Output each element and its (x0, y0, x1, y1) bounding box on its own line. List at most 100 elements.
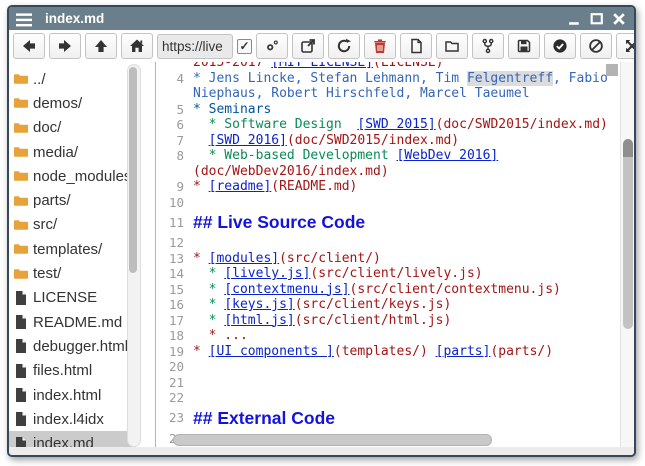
sidebar-item-license[interactable]: LICENSE (9, 286, 129, 310)
expand-icon (624, 38, 636, 54)
code-line: 17 * [html.js](src/client/html.js) (156, 313, 634, 329)
sidebar-item-files-html[interactable]: files.html (9, 359, 129, 383)
delete-button[interactable] (364, 33, 396, 59)
editor-vscrollbar-track[interactable] (620, 62, 634, 447)
settings-button[interactable] (256, 33, 288, 59)
line-content: * [keys.js](src/client/keys.js) (193, 297, 451, 313)
line-content: * Seminars (193, 102, 271, 118)
line-content: We do not want to program everything tha… (193, 446, 569, 447)
sidebar-item-media[interactable]: media/ (9, 140, 129, 164)
line-number: 18 (156, 328, 193, 344)
trash-icon (372, 38, 388, 54)
code-line: 19* [UI components ](templates/) [parts]… (156, 344, 634, 360)
code-line: 25We do not want to program everything t… (156, 446, 634, 447)
sidebar-item-readme-md[interactable]: README.md (9, 310, 129, 334)
sidebar-item-templates[interactable]: templates/ (9, 237, 129, 261)
open-external-button[interactable] (292, 33, 324, 59)
url-input[interactable] (157, 34, 233, 59)
line-number: 15 (156, 282, 193, 298)
code-line: 7 [SWD 2016](doc/SWD2015/index.md) (156, 133, 634, 149)
sidebar-item-src[interactable]: src/ (9, 213, 129, 237)
line-content: * Jens Lincke, Stefan Lehmann, Tim Felge… (193, 71, 608, 87)
up-button[interactable] (85, 33, 117, 59)
code-line: 4* Jens Lincke, Stefan Lehmann, Tim Felg… (156, 71, 634, 87)
sidebar-item-debugger-html[interactable]: debugger.html (9, 334, 129, 358)
minimize-button[interactable] (567, 11, 582, 26)
line-content: * Software Design [SWD 2015](doc/SWD2015… (193, 117, 608, 133)
line-number: 19 (156, 344, 193, 360)
sidebar-item-index-html[interactable]: index.html (9, 383, 129, 407)
accept-button[interactable] (544, 33, 576, 59)
sidebar-item-[interactable]: ../ (9, 67, 129, 91)
new-file-button[interactable] (400, 33, 432, 59)
code-line: 16 * [keys.js](src/client/keys.js) (156, 297, 634, 313)
line-number (156, 62, 193, 71)
new-folder-button[interactable] (436, 33, 468, 59)
folder-icon (13, 71, 30, 87)
close-button[interactable] (611, 11, 626, 26)
line-content: ## External Code (193, 406, 335, 431)
scroll-annotation-marker (606, 64, 618, 76)
arrow-left-icon (21, 38, 37, 54)
forward-button[interactable] (49, 33, 81, 59)
sidebar-item-index-md[interactable]: index.md (9, 431, 129, 447)
folder-icon (13, 95, 30, 111)
line-number: 12 (156, 235, 193, 251)
line-content: * [html.js](src/client/html.js) (193, 313, 451, 329)
file-label: README.md (33, 314, 122, 331)
fullscreen-button[interactable] (616, 33, 636, 59)
versions-button[interactable] (472, 33, 504, 59)
check-circle-icon (552, 38, 568, 54)
cancel-button[interactable] (580, 33, 612, 59)
line-content: * Web-based Development [WebDev 2016] (193, 148, 498, 164)
folder-icon (13, 193, 30, 209)
code-line: 5* Seminars (156, 102, 634, 118)
sidebar-item-demos[interactable]: demos/ (9, 91, 129, 115)
save-button[interactable] (508, 33, 540, 59)
file-label: demos/ (33, 95, 82, 112)
main-area: ../ demos/doc/media/node_modules/parts/sr… (9, 62, 634, 447)
arrow-up-icon (93, 38, 109, 54)
editor-vscrollbar-thumb[interactable] (623, 139, 633, 329)
autoload-checkbox[interactable]: ✓ (237, 39, 252, 54)
code-editor[interactable]: 2015-2017 [MIT LICENSE](LICENSE)4* Jens … (156, 62, 634, 447)
line-number: 11 (156, 215, 193, 231)
hamburger-menu-icon[interactable] (16, 12, 33, 26)
sidebar-item-node-modules[interactable]: node_modules/ (9, 164, 129, 188)
folder-icon (13, 120, 30, 136)
line-content: * [readme](README.md) (193, 179, 357, 195)
folder-icon (13, 144, 30, 160)
sidebar-item-index-l4idx[interactable]: index.l4idx (9, 407, 129, 431)
code-line: 2015-2017 [MIT LICENSE](LICENSE) (156, 62, 634, 71)
arrow-right-icon (57, 38, 73, 54)
line-number: 4 (156, 71, 193, 87)
line-number: 17 (156, 313, 193, 329)
sidebar-scrollbar-thumb[interactable] (129, 67, 137, 273)
line-number (156, 86, 193, 102)
file-label: parts/ (33, 192, 71, 209)
file-label: doc/ (33, 119, 61, 136)
line-content: * [UI components ](templates/) [parts](p… (193, 344, 553, 360)
code-line: 14 * [lively.js](src/client/lively.js) (156, 266, 634, 282)
home-button[interactable] (121, 33, 153, 59)
sidebar-item-test[interactable]: test/ (9, 261, 129, 285)
line-number: 16 (156, 297, 193, 313)
sidebar-item-doc[interactable]: doc/ (9, 116, 129, 140)
home-icon (129, 38, 145, 54)
file-label: debugger.html (33, 338, 128, 355)
line-content: Niephaus, Robert Hirschfeld, Marcel Taeu… (193, 86, 530, 102)
back-button[interactable] (13, 33, 45, 59)
code-line: 21 (156, 375, 634, 391)
line-number: 9 (156, 179, 193, 195)
toolbar: ✓ (9, 30, 634, 62)
browser-window: index.md ✓ ../ demos/doc/media/node_modul… (7, 5, 636, 457)
code-line: 8 * Web-based Development [WebDev 2016] (156, 148, 634, 164)
sidebar-item-parts[interactable]: parts/ (9, 188, 129, 212)
toolbar-nav-group (13, 33, 153, 59)
line-content: * [contextmenu.js](src/client/contextmen… (193, 282, 561, 298)
sidebar-scrollbar-track[interactable] (127, 64, 141, 447)
reload-button[interactable] (328, 33, 360, 59)
maximize-button[interactable] (589, 11, 604, 26)
editor-hscrollbar-thumb[interactable] (173, 434, 492, 446)
code-line: (doc/WebDev2016/index.md) (156, 164, 634, 180)
